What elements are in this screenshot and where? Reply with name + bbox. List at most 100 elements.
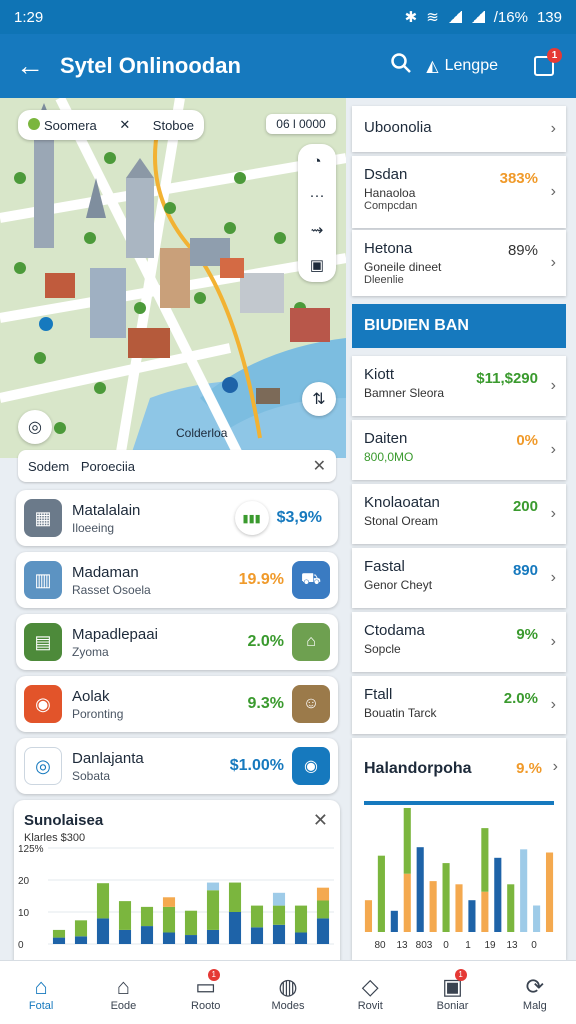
map-code-chip: 06 l 0000 <box>266 114 336 134</box>
bar-s1-8 <box>468 900 476 932</box>
list-item-3[interactable]: ◉ Aolak Poronting 9.3% ☺ <box>16 676 338 732</box>
nav-label: Malg <box>522 999 547 1012</box>
bar-s1-12 <box>316 900 330 919</box>
compass-button[interactable]: ⇅ <box>302 382 336 416</box>
right-row-1[interactable]: Dsdan Hanaoloa Compcdan 383% › <box>352 156 566 228</box>
nav-item-rooto[interactable]: ▭ 1 Rooto <box>165 961 247 1024</box>
list-item-value: $1.00% <box>229 757 284 774</box>
list-item-title: Mapadlepaai <box>72 625 158 643</box>
refresh-icon: ⟳ <box>525 973 545 999</box>
filter-label-1: Sodem <box>28 458 70 474</box>
right-list-item-2[interactable]: Knolaoatan Stonal Oream 200 › <box>352 484 566 544</box>
map-illustration <box>0 98 346 458</box>
right-list-item-3[interactable]: Fastal Genor Cheyt 890 › <box>352 548 566 608</box>
right-item-subtitle: 800,0MO <box>364 450 414 464</box>
bar-s3-7 <box>206 882 220 891</box>
signal-icon-2 <box>470 11 485 23</box>
bottom-nav: ⌂ Fotal ⌂ Eode ▭ 1 Rooto ◍ Modes ◇ Rovit… <box>0 960 576 1024</box>
nav-label: Fotal <box>28 999 54 1012</box>
list-item-4[interactable]: ◎ Danlajanta Sobata $1.00% ◉ <box>16 738 338 794</box>
layers-icon[interactable]: ▣ <box>310 256 324 274</box>
y-tick-label: 125% <box>18 844 44 855</box>
bar-s1-1 <box>74 920 88 937</box>
right-item-subtitle: Bamner Sleora <box>364 386 445 400</box>
list-item-0[interactable]: ▦ Matalalain Iloeeing ▮▮▮ $3,9% <box>16 490 338 546</box>
left-bar-chart: 125% 20 10 0 <box>18 844 334 951</box>
x-tick-label: 19 <box>484 940 496 951</box>
bar-s0-5 <box>429 881 437 932</box>
status-time: 1:29 <box>14 8 44 26</box>
bar-s0-8 <box>228 912 242 944</box>
bar-s0-5 <box>162 932 176 944</box>
bar-s0-10 <box>272 924 286 944</box>
bar-s1-5 <box>162 906 176 933</box>
bar-s0-12 <box>316 918 330 944</box>
right-row-subtitle2: Dleenlie <box>364 274 404 286</box>
right-list-item-0[interactable]: Kiott Bamner Sleora $11,$290 › <box>352 356 566 416</box>
more-dots-icon[interactable]: ··· <box>310 187 325 204</box>
close-icon[interactable]: ✕ <box>313 456 326 476</box>
swap-icon[interactable]: ✕ <box>119 117 130 133</box>
chevron-right-icon: › <box>550 377 556 394</box>
bar-s0-7 <box>455 884 463 932</box>
right-list-item-5[interactable]: Ftall Bouatin Tarck 2.0% › <box>352 676 566 734</box>
nav-label: Boniar <box>436 999 469 1012</box>
bar-s2-9 <box>481 828 489 892</box>
nav-label: Eode <box>110 999 137 1012</box>
bar-s2-11 <box>507 884 515 932</box>
bar-s1-9 <box>250 905 264 928</box>
list-item-subtitle: Sobata <box>72 768 111 783</box>
bar-s1-2 <box>390 910 398 932</box>
nav-item-boniar[interactable]: ▣ 1 Boniar <box>411 961 493 1024</box>
pin-icon: ◉ <box>292 747 330 785</box>
x-tick-label: 1 <box>465 940 471 951</box>
right-item-subtitle: Genor Cheyt <box>364 578 433 592</box>
chevron-right-icon: › <box>550 505 556 522</box>
location-pin-icon <box>28 117 40 130</box>
list-item-subtitle: Rasset Osoela <box>72 582 151 597</box>
bar-s0-9 <box>250 927 264 944</box>
map-search-chip[interactable]: Soomera ✕ Stoboe <box>18 110 204 140</box>
right-row-value: 89% <box>507 242 538 259</box>
chevron-right-icon: › <box>550 441 556 458</box>
chevron-right-icon: › <box>550 633 556 650</box>
list-item-1[interactable]: ▥ Madaman Rasset Osoela 19.9% ⛟ <box>16 552 338 608</box>
city-icon: ▥ <box>24 561 62 599</box>
locate-button[interactable]: ◎ <box>18 410 52 444</box>
bar-s3-10 <box>272 892 286 906</box>
nav-item-malg[interactable]: ⟳ Malg <box>494 961 576 1024</box>
route-icon[interactable]: ⇝ <box>311 221 324 239</box>
filter-bar[interactable]: Sodem Poroeciia ✕ <box>18 450 336 482</box>
right-row-0[interactable]: Uboonolia › <box>352 106 566 152</box>
chat-icon: ◍ <box>278 973 298 999</box>
right-item-value: $11,$290 <box>476 370 538 387</box>
bar-s1-8 <box>228 882 242 912</box>
compass-icon: ⇅ <box>312 391 326 408</box>
location-icon: ◎ <box>24 747 62 785</box>
bar-s1-3 <box>118 901 132 930</box>
right-row-title: Uboonolia <box>364 119 432 136</box>
list-item-title: Madaman <box>72 563 139 581</box>
nav-item-rovit[interactable]: ◇ Rovit <box>329 961 411 1024</box>
filter-label-2: Poroeciia <box>80 458 136 474</box>
nav-item-fotal[interactable]: ⌂ Fotal <box>0 961 82 1024</box>
chat-bubble-icon[interactable]: ◔ <box>312 153 321 170</box>
x-tick-label: 0 <box>531 940 537 951</box>
search-icon[interactable] <box>376 52 426 81</box>
city-map[interactable]: Soomera ✕ Stoboe 06 l 0000 ◔ ··· ⇝ ▣ ⇅ ◎… <box>0 98 346 458</box>
right-chart-card[interactable]: Halandorpoha 9.% › 80 13 803 0 1 19 13 0 <box>352 738 566 960</box>
right-list-item-4[interactable]: Ctodama Sopcle 9% › <box>352 612 566 672</box>
list-item-value: 2.0% <box>247 633 284 650</box>
nav-item-modes[interactable]: ◍ Modes <box>247 961 329 1024</box>
right-item-value: 2.0% <box>503 690 538 707</box>
right-row-2[interactable]: Hetona Goneile dineet Dleenlie 89% › <box>352 230 566 296</box>
right-list-item-1[interactable]: Daiten 800,0MO 0% › <box>352 420 566 480</box>
back-arrow-icon[interactable]: ← <box>0 50 60 82</box>
building-icon: ▦ <box>24 499 62 537</box>
list-item-2[interactable]: ▤ Mapadlepaai Zyoma 2.0% ⌂ <box>16 614 338 670</box>
language-selector[interactable]: ◭ Lengpe <box>426 56 498 76</box>
nav-item-eode[interactable]: ⌂ Eode <box>82 961 164 1024</box>
bar-s0-14 <box>545 852 554 932</box>
right-item-value: 200 <box>512 498 538 515</box>
cart-button[interactable]: 1 <box>524 46 564 86</box>
